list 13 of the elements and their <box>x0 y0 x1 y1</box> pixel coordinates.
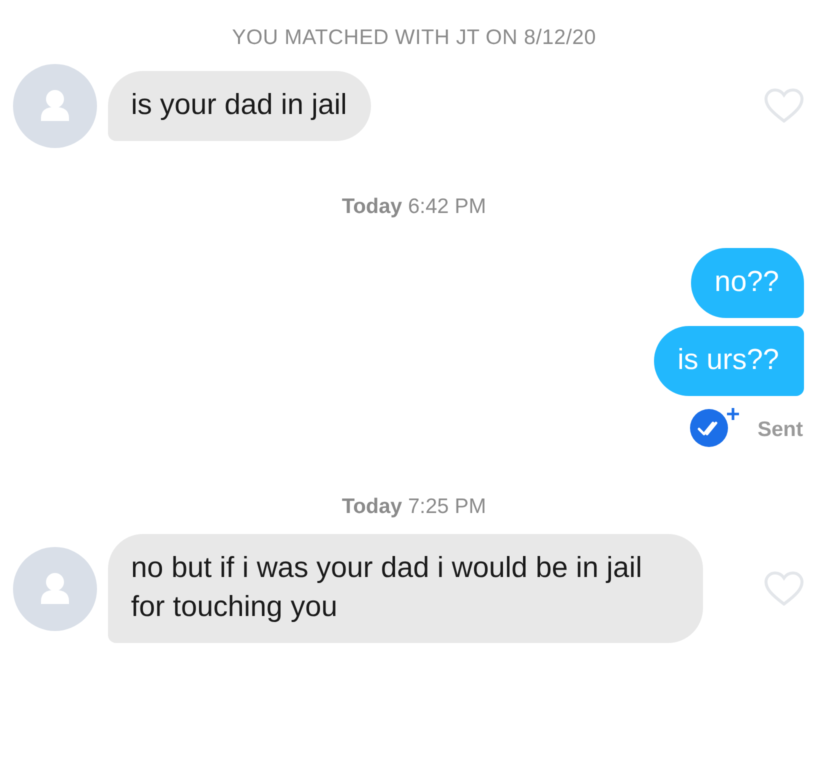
message-bubble: no but if i was your dad i would be in jail for touching you <box>108 534 703 643</box>
timestamp: Today 6:42 PM <box>340 195 488 219</box>
message-bubble: no?? <box>691 248 804 318</box>
heart-icon[interactable] <box>764 570 804 606</box>
timestamp: Today 7:25 PM <box>340 495 488 519</box>
avatar-icon[interactable] <box>13 64 97 148</box>
message-bubble: is your dad in jail <box>108 71 371 141</box>
avatar-icon[interactable] <box>13 546 97 630</box>
status-label: Sent <box>757 418 803 442</box>
double-check-icon <box>689 406 740 448</box>
message-bubble: is urs?? <box>654 326 804 396</box>
match-notice: YOU MATCHED WITH JT ON 8/12/20 <box>230 26 598 50</box>
heart-icon[interactable] <box>764 88 804 124</box>
